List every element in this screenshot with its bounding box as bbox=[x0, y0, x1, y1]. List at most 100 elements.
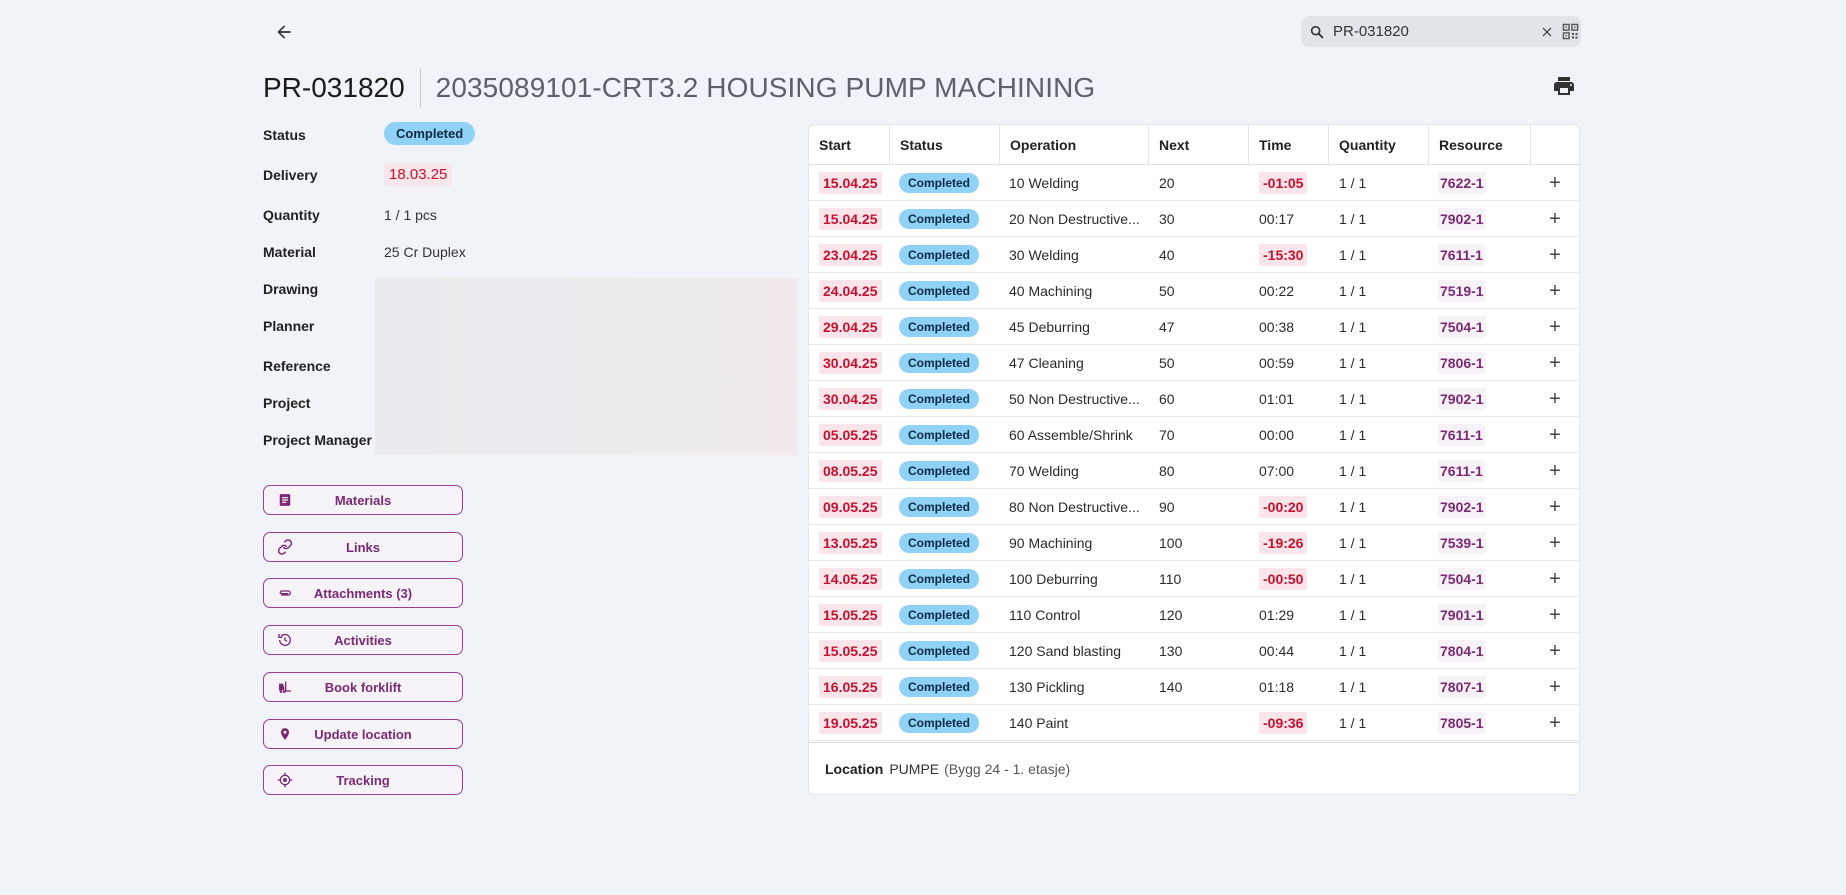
table-row[interactable]: 15.05.25 Completed 110 Control 120 01:29 1 / … bbox=[809, 597, 1579, 633]
add-button[interactable]: + bbox=[1546, 424, 1564, 447]
start-cell: 09.05.25 bbox=[819, 489, 882, 525]
status-cell: Completed bbox=[899, 309, 980, 345]
start-cell: 15.04.25 bbox=[819, 201, 882, 237]
table-row[interactable]: 30.04.25 Completed 47 Cleaning 50 00:59 1 / 1… bbox=[809, 345, 1579, 381]
column-header-next[interactable]: Next bbox=[1149, 125, 1249, 165]
time-cell: 00:38 bbox=[1259, 309, 1294, 345]
redacted-area bbox=[375, 278, 798, 455]
resource-link[interactable]: 7539-1 bbox=[1438, 532, 1486, 554]
table-row[interactable]: 24.04.25 Completed 40 Machining 50 00:22 1 / … bbox=[809, 273, 1579, 309]
start-cell: 24.04.25 bbox=[819, 273, 882, 309]
resource-link[interactable]: 7611-1 bbox=[1438, 244, 1485, 266]
time-cell: -01:05 bbox=[1259, 165, 1308, 201]
time-cell: -00:50 bbox=[1259, 561, 1308, 597]
table-row[interactable]: 16.05.25 Completed 130 Pickling 140 01:18 1 /… bbox=[809, 669, 1579, 705]
status-cell: Completed bbox=[899, 561, 980, 597]
resource-link[interactable]: 7504-1 bbox=[1438, 316, 1486, 338]
resource-link[interactable]: 7611-1 bbox=[1438, 460, 1485, 482]
resource-link[interactable]: 7806-1 bbox=[1438, 352, 1486, 374]
resource-link[interactable]: 7805-1 bbox=[1438, 712, 1486, 734]
add-button[interactable]: + bbox=[1546, 172, 1564, 195]
column-header-resource[interactable]: Resource bbox=[1429, 125, 1531, 165]
resource-cell: 7901-1 bbox=[1438, 597, 1486, 633]
resource-link[interactable]: 7504-1 bbox=[1438, 568, 1486, 590]
location-pin-icon bbox=[277, 726, 293, 742]
resource-link[interactable]: 7519-1 bbox=[1438, 280, 1486, 302]
links-button[interactable]: Links bbox=[263, 532, 463, 562]
start-date: 15.05.25 bbox=[819, 640, 882, 662]
links-label: Links bbox=[346, 539, 380, 555]
add-button[interactable]: + bbox=[1546, 460, 1564, 483]
add-button[interactable]: + bbox=[1546, 676, 1564, 699]
start-date: 29.04.25 bbox=[819, 316, 882, 338]
resource-link[interactable]: 7902-1 bbox=[1438, 388, 1486, 410]
table-row[interactable]: 05.05.25 Completed 60 Assemble/Shrink 70 00:… bbox=[809, 417, 1579, 453]
quantity-cell: 1 / 1 bbox=[1339, 211, 1367, 227]
table-row[interactable]: 08.05.25 Completed 70 Welding 80 07:00 1 / 1 7… bbox=[809, 453, 1579, 489]
column-header-time[interactable]: Time bbox=[1249, 125, 1329, 165]
add-button[interactable]: + bbox=[1546, 496, 1564, 519]
operation-cell: 40 Machining bbox=[1009, 283, 1093, 299]
add-button[interactable]: + bbox=[1546, 244, 1564, 267]
time-value: 00:59 bbox=[1259, 355, 1295, 371]
materials-button[interactable]: Materials bbox=[263, 485, 463, 515]
add-button[interactable]: + bbox=[1546, 352, 1564, 375]
start-cell: 05.05.25 bbox=[819, 417, 882, 453]
status-label: Status bbox=[263, 127, 306, 143]
table-row[interactable]: 14.05.25 Completed 100 Deburring 110 -00:50 1… bbox=[809, 561, 1579, 597]
table-row[interactable]: 15.04.25 Completed 20 Non Destructive... 30… bbox=[809, 201, 1579, 237]
tracking-button[interactable]: Tracking bbox=[263, 765, 463, 795]
paperclip-icon bbox=[277, 585, 293, 601]
attachments-button[interactable]: Attachments (3) bbox=[263, 578, 463, 608]
add-button[interactable]: + bbox=[1546, 532, 1564, 555]
table-row[interactable]: 23.04.25 Completed 30 Welding 40 -15:30 1 / 1… bbox=[809, 237, 1579, 273]
update-location-button[interactable]: Update location bbox=[263, 719, 463, 749]
table-row[interactable]: 15.05.25 Completed 120 Sand blasting 130 00:… bbox=[809, 633, 1579, 669]
table-row[interactable]: 09.05.25 Completed 80 Non Destructive... 90… bbox=[809, 489, 1579, 525]
crosshair-icon bbox=[277, 772, 293, 788]
next-cell: 110 bbox=[1159, 571, 1182, 587]
resource-link[interactable]: 7611-1 bbox=[1438, 424, 1485, 446]
operation-cell: 120 Sand blasting bbox=[1009, 643, 1122, 659]
add-button[interactable]: + bbox=[1546, 280, 1564, 303]
add-button[interactable]: + bbox=[1546, 208, 1564, 231]
add-button[interactable]: + bbox=[1546, 568, 1564, 591]
table-row[interactable]: 15.04.25 Completed 10 Welding 20 -01:05 1 / 1… bbox=[809, 165, 1579, 201]
activities-button[interactable]: Activities bbox=[263, 625, 463, 655]
start-date: 15.04.25 bbox=[819, 172, 882, 194]
resource-link[interactable]: 7622-1 bbox=[1438, 172, 1486, 194]
list-icon bbox=[277, 492, 293, 508]
print-button[interactable] bbox=[1552, 74, 1576, 98]
column-header-status[interactable]: Status bbox=[890, 125, 1000, 165]
add-button[interactable]: + bbox=[1546, 712, 1564, 735]
add-button[interactable]: + bbox=[1546, 640, 1564, 663]
resource-link[interactable]: 7804-1 bbox=[1438, 640, 1486, 662]
column-header-start[interactable]: Start bbox=[809, 125, 890, 165]
printer-icon bbox=[1554, 77, 1574, 95]
add-cell: + bbox=[1546, 381, 1564, 417]
qr-code-icon[interactable] bbox=[1562, 23, 1579, 41]
resource-link[interactable]: 7807-1 bbox=[1438, 676, 1486, 698]
table-row[interactable]: 29.04.25 Completed 45 Deburring 47 00:38 1 / … bbox=[809, 309, 1579, 345]
quantity-cell: 1 / 1 bbox=[1339, 463, 1367, 479]
start-date: 09.05.25 bbox=[819, 496, 882, 518]
table-row[interactable]: 13.05.25 Completed 90 Machining 100 -19:26 1 … bbox=[809, 525, 1579, 561]
search-input[interactable] bbox=[1333, 23, 1532, 40]
start-date: 19.05.25 bbox=[819, 712, 882, 734]
column-header-operation[interactable]: Operation bbox=[1000, 125, 1149, 165]
clear-icon[interactable] bbox=[1540, 23, 1554, 41]
add-button[interactable]: + bbox=[1546, 316, 1564, 339]
resource-link[interactable]: 7902-1 bbox=[1438, 496, 1486, 518]
resource-link[interactable]: 7902-1 bbox=[1438, 208, 1486, 230]
order-description: 2035089101-CRT3.2 HOUSING PUMP MACHINING bbox=[435, 72, 1096, 103]
column-header-quantity[interactable]: Quantity bbox=[1329, 125, 1429, 165]
table-row[interactable]: 19.05.25 Completed 140 Paint -09:36 1 / 1 780… bbox=[809, 705, 1579, 741]
book-forklift-button[interactable]: Book forklift bbox=[263, 672, 463, 702]
resource-link[interactable]: 7901-1 bbox=[1438, 604, 1486, 626]
table-row[interactable]: 30.04.25 Completed 50 Non Destructive... 60… bbox=[809, 381, 1579, 417]
resource-cell: 7611-1 bbox=[1438, 237, 1485, 273]
add-button[interactable]: + bbox=[1546, 604, 1564, 627]
resource-cell: 7539-1 bbox=[1438, 525, 1486, 561]
back-button[interactable] bbox=[270, 18, 298, 46]
add-button[interactable]: + bbox=[1546, 388, 1564, 411]
